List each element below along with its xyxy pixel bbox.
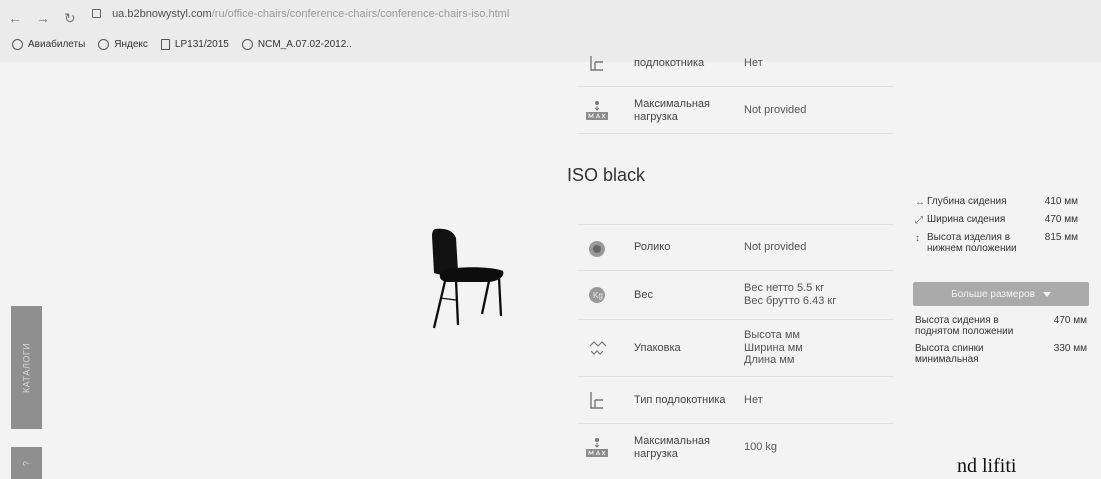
help-side-tab[interactable]: ? <box>11 447 42 479</box>
spec-label: Вес <box>634 288 653 301</box>
dimension-value: 470 мм <box>1044 214 1078 225</box>
wheel-icon <box>582 236 612 260</box>
browser-chrome: ← → ↻ ua.b2bnowystyl.com/ru/office-chair… <box>0 0 1101 64</box>
lock-icon <box>92 9 101 18</box>
package-length: Длина мм <box>744 354 795 367</box>
globe-icon <box>12 39 23 50</box>
bookmark-ncm[interactable]: NCM_A.07.02-2012.. <box>241 39 352 50</box>
spec-row-max-load-top: Максимальная нагрузка Not provided <box>577 88 893 134</box>
height-icon: ↕ <box>915 233 920 244</box>
extra-dimension-label: Высота сидения в поднятом положении <box>915 315 1014 337</box>
extra-dimension-value: 330 мм <box>1053 343 1087 354</box>
package-height: Высота мм <box>744 329 800 342</box>
file-icon <box>160 39 170 50</box>
forward-arrow-icon[interactable]: → <box>36 10 50 26</box>
bookmark-label: NCM_A.07.02-2012.. <box>257 39 352 50</box>
url-path: /ru/office-chairs/conference-chairs/conf… <box>211 8 510 20</box>
chevron-down-icon <box>1042 291 1051 297</box>
package-icon <box>582 336 612 360</box>
dimension-width: ⤢ Ширина сидения 470 мм <box>915 214 1087 232</box>
bookmark-label: LP131/2015 <box>174 39 229 50</box>
max-load-icon <box>582 436 612 460</box>
depth-icon: ↔ <box>915 197 925 208</box>
spec-value-group: Высота мм Ширина мм Длина мм <box>744 329 803 367</box>
weight-icon: Kg <box>582 283 612 307</box>
bookmark-label: Яндекс <box>114 39 148 50</box>
extra-dimension-value: 470 мм <box>1053 315 1087 326</box>
help-side-tab-label: ? <box>21 460 32 466</box>
dimension-label: Высота изделия в нижнем положении <box>927 232 1017 254</box>
url-host: ua.b2bnowystyl.com <box>112 8 212 20</box>
extra-dimension-label: Высота спинки минимальная <box>915 343 984 365</box>
spec-label: Максимальная нагрузка <box>634 434 710 460</box>
extra-dimension-seat-height: Высота сидения в поднятом положении 470 … <box>915 315 1087 343</box>
weight-gross: Вес брутто 6.43 кг <box>744 295 837 307</box>
dimension-value: 815 мм <box>1044 232 1078 243</box>
spec-value-group: Вес нетто 5.5 кг Вес брутто 6.43 кг <box>744 282 836 307</box>
extra-dimensions: Высота сидения в поднятом положении 470 … <box>915 315 1087 371</box>
weight-net: Вес нетто 5.5 кг <box>744 282 825 295</box>
globe-icon <box>98 39 110 50</box>
spec-row-wheels: Ролико Not provided <box>577 225 893 271</box>
product-title: ISO black <box>567 165 646 185</box>
package-width: Ширина мм <box>744 341 803 354</box>
spec-label: подлокотника <box>634 56 705 69</box>
max-load-icon <box>582 99 612 123</box>
spec-row-armrest-type: Тип подлокотника Нет <box>577 377 893 424</box>
dimensions-list: ↔ Глубина сидения 410 мм ⤢ Ширина сидени… <box>915 196 1087 262</box>
address-bar[interactable]: ua.b2bnowystyl.com/ru/office-chairs/conf… <box>92 8 509 20</box>
browser-nav: ← → ↻ <box>8 7 76 29</box>
spec-value: 100 kg <box>744 441 778 454</box>
spec-value: Нет <box>744 56 763 69</box>
dimension-label: Глубина сидения <box>927 196 1007 207</box>
spec-row-max-load: Максимальная нагрузка 100 kg <box>577 424 893 471</box>
bookmark-yandex[interactable]: Яндекс <box>98 39 148 50</box>
corner-text: nd lifiti <box>957 455 1017 477</box>
reload-icon[interactable]: ↻ <box>64 10 76 27</box>
dimension-height: ↕ Высота изделия в нижнем положении 815 … <box>915 232 1087 262</box>
product-image-chair <box>432 228 504 329</box>
bookmark-aviabilety[interactable]: Авиабилеты <box>12 39 85 50</box>
armrest-icon <box>582 51 612 75</box>
dimension-label: Ширина сидения <box>927 214 1006 225</box>
spec-value: Not provided <box>744 104 807 117</box>
dimension-value: 410 мм <box>1044 196 1078 207</box>
back-arrow-icon[interactable]: ← <box>8 10 22 26</box>
spec-row-armrest-top: подлокотника Нет <box>577 40 893 87</box>
product-page <box>0 62 1101 479</box>
catalog-side-tab[interactable]: КАТАЛОГИ <box>11 306 42 429</box>
more-sizes-label: Больше размеров <box>951 288 1035 300</box>
catalog-side-tab-label: КАТАЛОГИ <box>21 342 32 393</box>
armrest-icon <box>582 388 612 412</box>
bookmark-lp131[interactable]: LP131/2015 <box>160 39 229 50</box>
spec-value: Not provided <box>744 241 807 254</box>
bookmark-label: Авиабилеты <box>28 39 86 50</box>
spec-label: Упаковка <box>634 341 681 354</box>
spec-row-weight: Kg Вес Вес нетто 5.5 кг Вес брутто 6.43 … <box>577 271 893 320</box>
dimension-depth: ↔ Глубина сидения 410 мм <box>915 196 1087 214</box>
extra-dimension-back-height: Высота спинки минимальная 330 мм <box>915 343 1087 371</box>
bookmarks-bar: Авиабилеты Яндекс LP131/2015 NCM_A.07.02… <box>12 39 352 50</box>
spec-label: Ролико <box>634 241 671 254</box>
spec-value: Нет <box>744 393 763 406</box>
spec-label: Тип подлокотника <box>634 393 726 406</box>
width-icon: ⤢ <box>915 215 923 226</box>
svg-text:Kg: Kg <box>593 291 603 300</box>
wordpress-icon <box>241 39 253 50</box>
spec-label: Максимальная нагрузка <box>634 97 710 123</box>
more-sizes-button[interactable]: Больше размеров <box>913 282 1089 306</box>
spec-row-package: Упаковка Высота мм Ширина мм Длина мм <box>577 320 893 377</box>
